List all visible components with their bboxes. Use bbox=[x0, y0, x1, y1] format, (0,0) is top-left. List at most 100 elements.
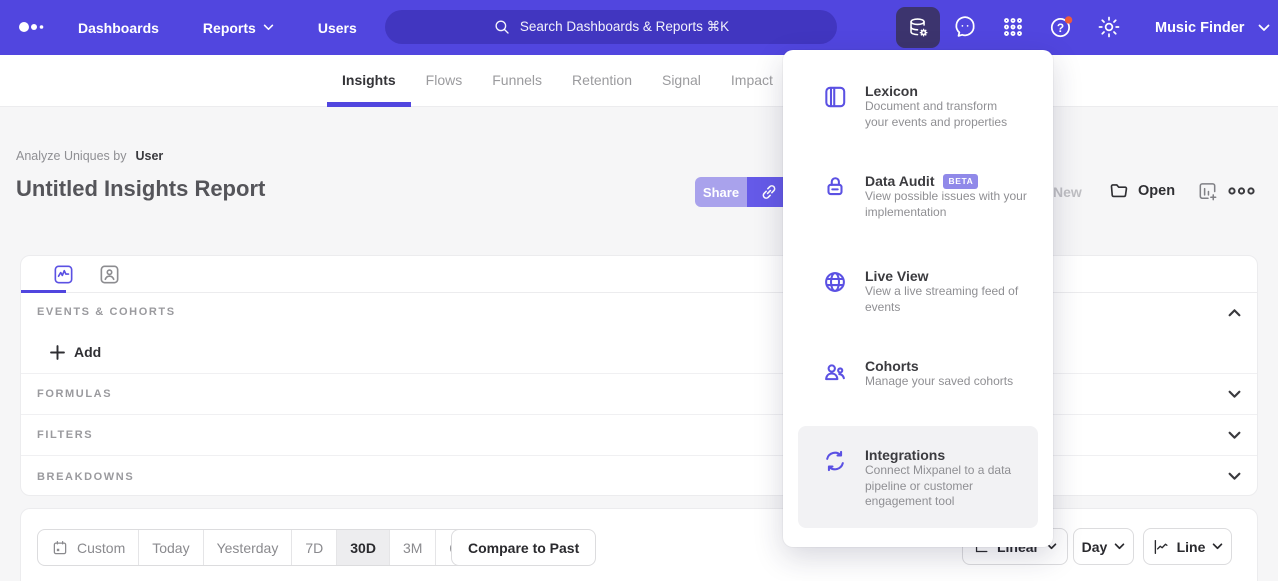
menu-item-cohorts[interactable]: Cohorts Manage your saved cohorts bbox=[783, 358, 1053, 390]
link-icon bbox=[759, 182, 779, 202]
share-button[interactable]: Share bbox=[695, 177, 747, 207]
chart-tab-icon bbox=[52, 263, 75, 286]
nav-reports-label: Reports bbox=[203, 20, 256, 36]
menu-item-title: Live View bbox=[865, 268, 1043, 284]
data-management-menu: Lexicon Document and transform your even… bbox=[783, 50, 1053, 547]
beta-badge: BETA bbox=[943, 174, 978, 189]
chevron-down-icon bbox=[1228, 472, 1241, 481]
menu-item-integrations[interactable]: Integrations Connect Mixpanel to a data … bbox=[798, 447, 1038, 510]
interval-dropdown[interactable]: Day bbox=[1073, 528, 1134, 565]
tab-impact[interactable]: Impact bbox=[716, 55, 788, 107]
line-chart-icon bbox=[1152, 538, 1170, 556]
menu-item-title: Lexicon bbox=[865, 83, 1043, 99]
global-search-input[interactable]: Search Dashboards & Reports ⌘K bbox=[385, 10, 837, 44]
menu-item-highlight: Integrations Connect Mixpanel to a data … bbox=[798, 426, 1038, 528]
menu-item-data-audit[interactable]: Data Audit BETA View possible issues wit… bbox=[783, 173, 1053, 220]
apps-grid-button[interactable] bbox=[1000, 14, 1026, 40]
tab-insights[interactable]: Insights bbox=[327, 55, 411, 107]
page-title[interactable]: Untitled Insights Report bbox=[16, 176, 265, 202]
section-breakdowns[interactable]: BREAKDOWNS bbox=[21, 456, 1257, 497]
calendar-icon bbox=[51, 539, 69, 557]
menu-item-title: Integrations bbox=[865, 447, 1038, 463]
mixpanel-logo-icon[interactable] bbox=[18, 20, 48, 34]
chevron-down-icon bbox=[1228, 390, 1241, 399]
notification-dot bbox=[1065, 16, 1072, 23]
query-builder-panel: EVENTS & COHORTS Add FORMULAS FILTERS BR… bbox=[20, 255, 1258, 496]
project-switcher[interactable]: Music Finder bbox=[1155, 0, 1270, 55]
nav-users[interactable]: Users bbox=[318, 20, 357, 36]
nav-users-label: Users bbox=[318, 20, 357, 36]
help-button[interactable]: ? bbox=[1048, 14, 1074, 40]
lexicon-icon bbox=[822, 84, 848, 110]
tab-retention[interactable]: Retention bbox=[557, 55, 647, 107]
range-today[interactable]: Today bbox=[138, 530, 202, 565]
builder-active-tab-underline bbox=[21, 290, 66, 293]
more-dots-icon bbox=[1228, 185, 1255, 197]
chevron-down-icon bbox=[1258, 24, 1270, 32]
menu-item-title: Data Audit BETA bbox=[865, 173, 1043, 189]
integrations-sync-icon bbox=[822, 448, 848, 474]
builder-view-tabs bbox=[21, 256, 1257, 293]
add-chart-icon bbox=[1196, 180, 1219, 203]
section-label: EVENTS & COHORTS bbox=[37, 306, 176, 318]
menu-item-lexicon[interactable]: Lexicon Document and transform your even… bbox=[783, 83, 1053, 130]
top-navigation-bar: Dashboards Reports Users Search Dashboar… bbox=[0, 0, 1278, 55]
compare-to-past-button[interactable]: Compare to Past bbox=[451, 529, 596, 566]
section-formulas[interactable]: FORMULAS bbox=[21, 374, 1257, 415]
nav-reports[interactable]: Reports bbox=[203, 20, 274, 36]
breadcrumb: Analyze Uniques by User bbox=[16, 149, 163, 163]
share-button-group: Share bbox=[695, 177, 790, 207]
section-filters[interactable]: FILTERS bbox=[21, 415, 1257, 456]
profiles-tab[interactable] bbox=[98, 263, 121, 286]
chevron-down-icon bbox=[1212, 543, 1223, 550]
chevron-up-icon[interactable] bbox=[1228, 308, 1241, 317]
tab-insights-label: Insights bbox=[342, 72, 396, 88]
tab-funnels[interactable]: Funnels bbox=[477, 55, 557, 107]
svg-text:?: ? bbox=[1057, 21, 1064, 35]
plus-icon bbox=[50, 345, 65, 360]
chevron-down-icon bbox=[1114, 543, 1125, 550]
open-report-button[interactable]: Open bbox=[1108, 180, 1175, 202]
search-icon bbox=[493, 18, 511, 36]
section-events-cohorts[interactable]: EVENTS & COHORTS bbox=[21, 293, 1257, 331]
menu-item-title: Cohorts bbox=[865, 358, 1043, 374]
analyze-entity-selector[interactable]: User bbox=[135, 149, 163, 163]
more-options-button[interactable] bbox=[1228, 185, 1255, 197]
data-management-button[interactable] bbox=[896, 7, 940, 48]
settings-icon bbox=[1096, 14, 1122, 40]
range-7d[interactable]: 7D bbox=[291, 530, 336, 565]
project-name: Music Finder bbox=[1155, 20, 1244, 36]
range-custom[interactable]: Custom bbox=[38, 530, 138, 565]
primary-nav: Dashboards Reports Users bbox=[78, 0, 357, 55]
live-view-globe-icon bbox=[822, 269, 848, 295]
metrics-chart-tab[interactable] bbox=[52, 263, 75, 286]
settings-button[interactable] bbox=[1096, 14, 1122, 40]
tab-flows[interactable]: Flows bbox=[411, 55, 478, 107]
menu-item-live-view[interactable]: Live View View a live streaming feed of … bbox=[783, 268, 1053, 315]
cohorts-people-icon bbox=[822, 359, 848, 385]
analyze-prefix: Analyze Uniques by bbox=[16, 149, 126, 163]
folder-icon bbox=[1108, 180, 1130, 202]
apps-grid-icon bbox=[1000, 14, 1026, 40]
range-yesterday[interactable]: Yesterday bbox=[203, 530, 292, 565]
person-tab-icon bbox=[98, 263, 121, 286]
report-tab-bar: Insights Flows Funnels Retention Signal … bbox=[0, 55, 1278, 107]
nav-dashboards[interactable]: Dashboards bbox=[78, 20, 159, 36]
range-30d-selected[interactable]: 30D bbox=[336, 530, 389, 565]
data-audit-icon bbox=[822, 174, 848, 200]
range-3m[interactable]: 3M bbox=[389, 530, 435, 565]
mixpanel-app: Dashboards Reports Users Search Dashboar… bbox=[0, 0, 1278, 581]
feedback-button[interactable] bbox=[952, 14, 978, 40]
nav-dashboards-label: Dashboards bbox=[78, 20, 159, 36]
add-event-button[interactable]: Add bbox=[21, 331, 1257, 374]
chevron-down-icon bbox=[1228, 431, 1241, 440]
feedback-icon bbox=[952, 14, 978, 40]
data-management-icon bbox=[907, 16, 930, 39]
chevron-down-icon bbox=[263, 24, 274, 31]
tab-signal[interactable]: Signal bbox=[647, 55, 716, 107]
add-to-board-button[interactable] bbox=[1196, 180, 1219, 203]
search-placeholder: Search Dashboards & Reports ⌘K bbox=[520, 19, 729, 35]
chart-type-dropdown[interactable]: Line bbox=[1143, 528, 1232, 565]
active-tab-underline bbox=[327, 102, 411, 107]
new-report-button[interactable]: New bbox=[1053, 184, 1082, 200]
